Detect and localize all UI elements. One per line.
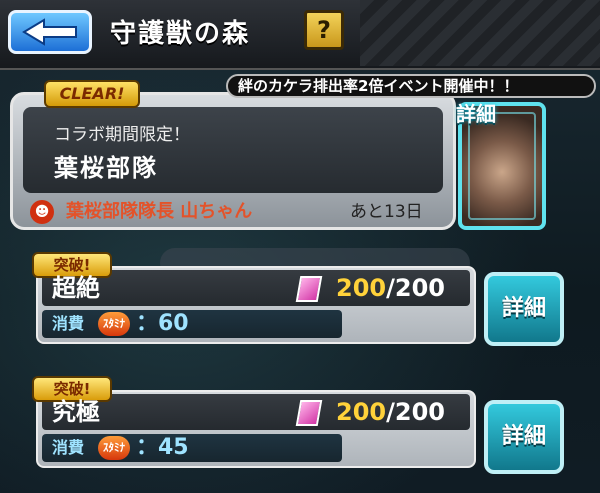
stamina-icon: ｽﾀﾐﾅ <box>98 312 130 336</box>
event-banner: 絆のカケラ排出率2倍イベント開催中！！ <box>226 74 596 98</box>
stamina-cost: ：45 <box>136 435 189 460</box>
pink-crystal-icon <box>295 400 323 426</box>
left-arrow-icon <box>22 18 77 46</box>
fragment-count: 200/200 <box>336 272 445 304</box>
clear-badge: CLEAR! <box>44 80 140 108</box>
fragment-count: 200/200 <box>336 396 445 428</box>
stamina-cost: ：60 <box>136 311 189 336</box>
back-button[interactable] <box>8 10 92 54</box>
fragment-max: /200 <box>386 398 445 426</box>
pink-crystal-icon <box>295 276 323 302</box>
quest-panel-bottom <box>42 434 342 462</box>
fragment-max: /200 <box>386 274 445 302</box>
fragment-current: 200 <box>336 274 387 302</box>
quest-row-ultra[interactable]: 突破! 超絶 200/200 消費 ｽﾀﾐﾅ ：60 <box>32 252 476 344</box>
stamina-icon: ｽﾀﾐﾅ <box>98 436 130 460</box>
collab-detail-label: 詳細 <box>456 102 496 126</box>
collab-quest-name: 葉桜部隊 <box>54 154 158 182</box>
fragment-current: 200 <box>336 398 387 426</box>
difficulty-label: 究極 <box>52 398 100 426</box>
difficulty-label: 超絶 <box>52 274 100 302</box>
quest-row-ultimate[interactable]: 突破! 究極 200/200 消費 ｽﾀﾐﾅ ：45 <box>32 376 476 468</box>
boss-row: ☻ 葉桜部隊隊長 山ちゃん あと13日 <box>30 200 450 224</box>
remaining-days: あと13日 <box>350 202 423 222</box>
cost-label: 消費 <box>52 314 85 333</box>
portrait-frame <box>468 112 536 220</box>
header-bar: 守護獣の森 ? <box>0 0 600 70</box>
quest-panel-bottom <box>42 310 342 338</box>
help-button[interactable]: ? <box>304 10 344 50</box>
header-decoration <box>360 0 600 66</box>
devil-icon: ☻ <box>30 200 54 224</box>
cost-label: 消費 <box>52 438 85 457</box>
collab-subtitle: コラボ期間限定！ <box>54 125 190 145</box>
page-title: 守護獣の森 <box>110 19 251 49</box>
detail-button-ultra[interactable]: 詳細 <box>484 272 564 346</box>
boss-name: 葉桜部隊隊長 山ちゃん <box>66 201 253 222</box>
detail-button-ultimate[interactable]: 詳細 <box>484 400 564 474</box>
